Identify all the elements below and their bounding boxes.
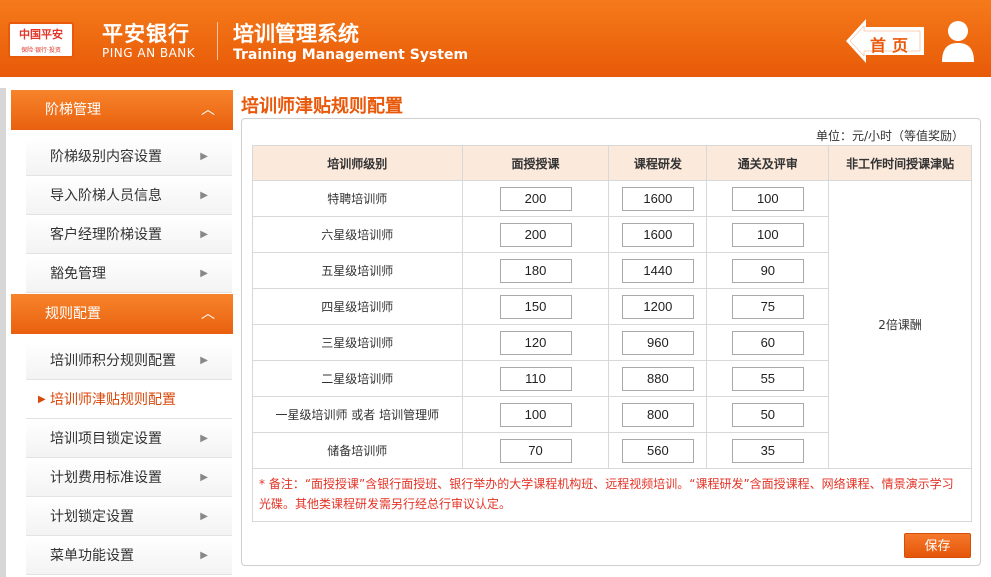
column-header: 面授授课 — [461, 145, 610, 181]
sidebar-item-exemption[interactable]: 豁免管理 ▶ — [26, 255, 232, 293]
sidebar-item-label: 计划费用标准设置 — [50, 470, 162, 486]
sidebar-item-label: 菜单功能设置 — [50, 548, 134, 564]
level-cell: 一星级培训师 或者 培训管理师 — [252, 396, 463, 433]
chevron-right-icon: ▶ — [200, 268, 208, 279]
chevron-right-icon: ▶ — [200, 433, 208, 444]
face-teaching-input[interactable] — [499, 186, 572, 211]
level-cell: 特聘培训师 — [252, 180, 463, 217]
chevron-up-icon: ︿ — [201, 306, 215, 322]
sidebar-item-cost-standard[interactable]: 计划费用标准设置 ▶ — [26, 459, 232, 497]
level-cell: 储备培训师 — [252, 432, 463, 469]
course-dev-input[interactable] — [621, 222, 694, 247]
sidebar-item-ladder-level[interactable]: 阶梯级别内容设置 ▶ — [26, 138, 232, 176]
sidebar-section-rules[interactable]: 规则配置 ︿ — [11, 294, 233, 334]
review-input[interactable] — [731, 438, 804, 463]
course-dev-input[interactable] — [621, 366, 694, 391]
user-icon[interactable] — [940, 18, 976, 62]
level-cell: 二星级培训师 — [252, 360, 463, 397]
app-header: 中国平安 保险·银行·投资 平安银行 PING AN BANK 培训管理系统 T… — [0, 0, 991, 77]
column-header: 课程研发 — [608, 145, 708, 181]
chevron-right-icon: ▶ — [200, 190, 208, 201]
review-input[interactable] — [731, 186, 804, 211]
remark-note: * 备注：“面授授课”含银行面授班、银行举办的大学课程机构班、远程视频培训。“课… — [252, 466, 972, 522]
review-input[interactable] — [731, 366, 804, 391]
course-dev-input[interactable] — [621, 186, 694, 211]
chevron-right-icon: ▶ — [200, 472, 208, 483]
save-button[interactable]: 保存 — [904, 533, 971, 558]
face-teaching-input[interactable] — [499, 258, 572, 283]
level-cell: 五星级培训师 — [252, 252, 463, 289]
logo-text: 中国平安 — [19, 28, 63, 41]
column-header: 非工作时间授课津贴 — [828, 145, 972, 181]
sidebar-edge — [0, 88, 6, 577]
sidebar-item-label: 培训师津贴规则配置 — [50, 392, 176, 408]
sidebar-section-ladder[interactable]: 阶梯管理 ︿ — [11, 90, 233, 130]
sidebar-item-label: 豁免管理 — [50, 266, 106, 282]
level-cell: 六星级培训师 — [252, 216, 463, 253]
off-hours-allowance-cell: 2倍课酬 — [828, 180, 972, 469]
review-input[interactable] — [731, 294, 804, 319]
sidebar-item-plan-lock[interactable]: 计划锁定设置 ▶ — [26, 498, 232, 536]
system-title-cn: 培训管理系统 — [233, 22, 359, 46]
pingan-logo: 中国平安 保险·银行·投资 — [8, 22, 74, 58]
face-teaching-input[interactable] — [499, 402, 572, 427]
column-header: 培训师级别 — [252, 145, 463, 181]
bank-name-cn: 平安银行 — [102, 22, 190, 46]
chevron-right-icon: ▶ — [200, 511, 208, 522]
sidebar-item-label: 计划锁定设置 — [50, 509, 134, 525]
review-input[interactable] — [731, 258, 804, 283]
column-header: 通关及评审 — [706, 145, 830, 181]
sidebar-item-manager-ladder[interactable]: 客户经理阶梯设置 ▶ — [26, 216, 232, 254]
unit-label: 单位：元/小时（等值奖励） — [815, 129, 964, 143]
page-title: 培训师津贴规则配置 — [241, 96, 403, 117]
face-teaching-input[interactable] — [499, 366, 572, 391]
course-dev-input[interactable] — [621, 330, 694, 355]
sidebar-item-points-rules[interactable]: 培训师积分规则配置 ▶ — [26, 342, 232, 380]
chevron-right-icon: ▶ — [200, 550, 208, 561]
system-title-en: Training Management System — [233, 47, 469, 63]
sidebar-item-label: 阶梯级别内容设置 — [50, 149, 162, 165]
sidebar-item-label: 客户经理阶梯设置 — [50, 227, 162, 243]
table-row: 特聘培训师 2倍课酬 — [252, 180, 972, 469]
sidebar-item-label: 培训项目锁定设置 — [50, 431, 162, 447]
sidebar-item-menu-settings[interactable]: 菜单功能设置 ▶ — [26, 537, 232, 575]
home-button[interactable]: 首页 — [846, 17, 924, 65]
face-teaching-input[interactable] — [499, 330, 572, 355]
course-dev-input[interactable] — [621, 402, 694, 427]
review-input[interactable] — [731, 222, 804, 247]
table-header-row: 培训师级别 面授授课 课程研发 通关及评审 非工作时间授课津贴 — [252, 145, 972, 181]
review-input[interactable] — [731, 330, 804, 355]
sidebar-item-label: 导入阶梯人员信息 — [50, 188, 162, 204]
face-teaching-input[interactable] — [499, 438, 572, 463]
sidebar-item-allowance-rules[interactable]: ▶ 培训师津贴规则配置 — [26, 381, 232, 419]
bank-name-en: PING AN BANK — [102, 46, 196, 60]
level-cell: 四星级培训师 — [252, 288, 463, 325]
face-teaching-input[interactable] — [499, 294, 572, 319]
chevron-right-icon: ▶ — [200, 229, 208, 240]
course-dev-input[interactable] — [621, 258, 694, 283]
header-divider — [217, 22, 218, 60]
sidebar-item-label: 培训师积分规则配置 — [50, 353, 176, 369]
home-label: 首页 — [869, 36, 914, 55]
chevron-right-icon: ▶ — [200, 355, 208, 366]
course-dev-input[interactable] — [621, 294, 694, 319]
section-title: 阶梯管理 — [45, 102, 101, 118]
chevron-right-icon: ▶ — [200, 151, 208, 162]
face-teaching-input[interactable] — [499, 222, 572, 247]
allowance-table: 培训师级别 面授授课 课程研发 通关及评审 非工作时间授课津贴 特聘培训师 2倍… — [252, 145, 972, 469]
allowance-panel: 单位：元/小时（等值奖励） 培训师级别 面授授课 课程研发 通关及评审 非工作时… — [241, 118, 981, 566]
sidebar-item-import-ladder[interactable]: 导入阶梯人员信息 ▶ — [26, 177, 232, 215]
level-cell: 三星级培训师 — [252, 324, 463, 361]
active-marker-icon: ▶ — [38, 394, 46, 405]
sidebar-item-project-lock[interactable]: 培训项目锁定设置 ▶ — [26, 420, 232, 458]
review-input[interactable] — [731, 402, 804, 427]
course-dev-input[interactable] — [621, 438, 694, 463]
logo-subtext: 保险·银行·投资 — [21, 47, 61, 54]
chevron-up-icon: ︿ — [201, 102, 215, 118]
section-title: 规则配置 — [45, 306, 101, 322]
